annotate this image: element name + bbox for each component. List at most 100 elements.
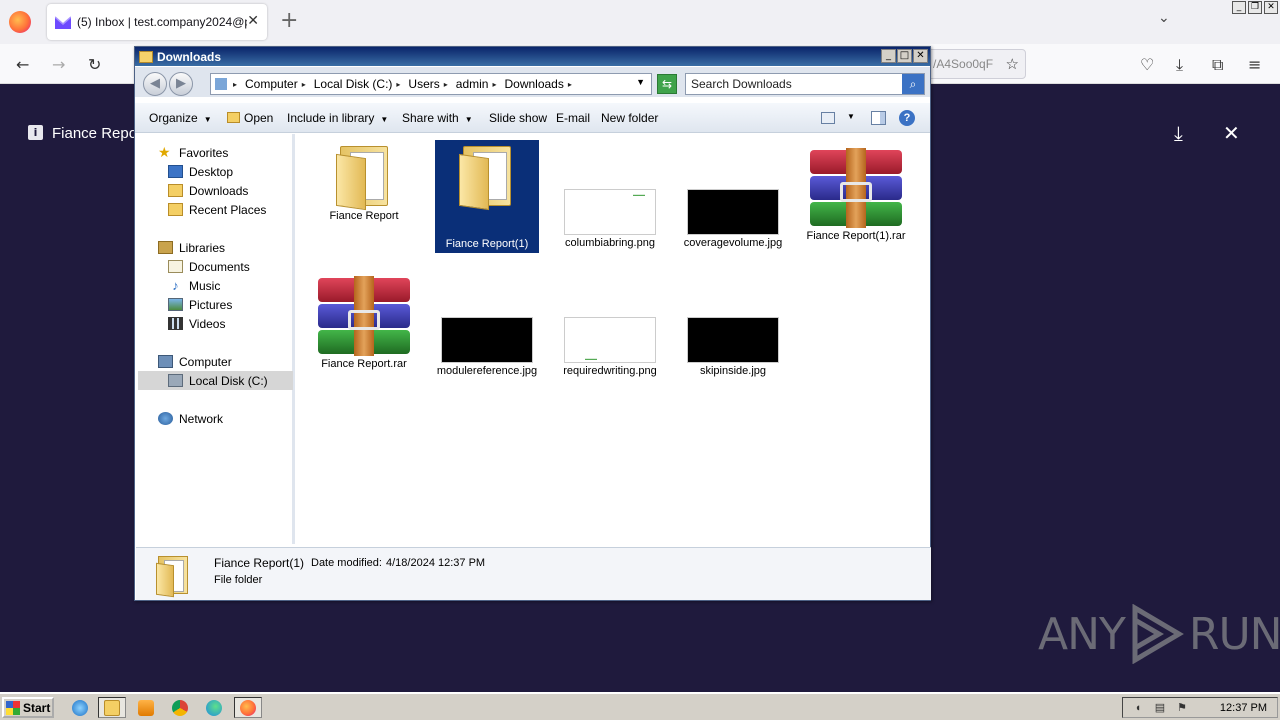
file-item[interactable]: ▬▬▬ requiredwriting.png: [558, 270, 662, 378]
nav-item-recent-places[interactable]: Recent Places: [168, 200, 266, 219]
taskbar-chrome[interactable]: [166, 697, 194, 718]
file-item-selected[interactable]: Fiance Report(1): [435, 140, 539, 253]
reload-icon[interactable]: ↻: [88, 55, 101, 74]
breadcrumb-local-disk[interactable]: Local Disk (C:): [314, 77, 393, 91]
new-tab-button[interactable]: +: [280, 8, 298, 33]
forward-button[interactable]: ▶: [169, 72, 193, 96]
chevron-right-icon[interactable]: ▸: [233, 80, 237, 89]
taskbar-firefox[interactable]: [234, 697, 262, 718]
extensions-icon[interactable]: ⧉: [1212, 55, 1223, 75]
file-item[interactable]: Fiance Report: [312, 142, 416, 223]
file-name: coveragevolume.jpg: [683, 237, 783, 249]
file-item[interactable]: Fiance Report(1).rar: [804, 142, 908, 243]
nav-item-network[interactable]: Network: [158, 409, 223, 428]
change-view-icon[interactable]: [821, 112, 835, 124]
nav-item-pictures[interactable]: Pictures: [168, 295, 232, 314]
preview-pane-icon[interactable]: [871, 111, 886, 125]
nav-item-favorites[interactable]: ★ Favorites: [158, 143, 228, 162]
explorer-title-bar[interactable]: Downloads _ □ ✕: [135, 47, 930, 66]
chevron-right-icon[interactable]: ▸: [444, 80, 448, 89]
nav-item-downloads[interactable]: Downloads: [168, 181, 248, 200]
open-button[interactable]: Open: [227, 111, 273, 125]
url-bar[interactable]: /A4Soo0qF ☆: [926, 49, 1026, 79]
file-item[interactable]: coveragevolume.jpg: [681, 142, 785, 250]
share-with-label: Share with: [402, 111, 459, 125]
search-box[interactable]: ⌕: [685, 73, 925, 95]
nav-item-videos[interactable]: Videos: [168, 314, 225, 333]
volume-icon[interactable]: ◖: [1131, 702, 1145, 714]
chevron-right-icon[interactable]: ▸: [396, 80, 400, 89]
nav-item-local-disk[interactable]: Local Disk (C:): [138, 371, 293, 390]
recent-places-icon: [168, 203, 183, 216]
search-input[interactable]: [686, 74, 896, 94]
chevron-down-icon[interactable]: ▼: [847, 112, 855, 121]
action-center-flag-icon[interactable]: ⚑: [1175, 702, 1189, 714]
file-item[interactable]: skipinside.jpg: [681, 270, 785, 378]
download-icon[interactable]: ⤓: [1174, 121, 1183, 145]
refresh-button[interactable]: ⇆: [657, 74, 677, 94]
nav-item-documents[interactable]: Documents: [168, 257, 250, 276]
nav-label: Pictures: [189, 297, 233, 312]
organize-label: Organize: [149, 111, 198, 125]
breadcrumb-computer[interactable]: Computer: [245, 77, 298, 91]
help-icon[interactable]: ?: [899, 110, 915, 126]
network-tray-icon[interactable]: ▤: [1153, 702, 1167, 714]
clock[interactable]: 12:37 PM: [1220, 702, 1267, 714]
breadcrumb-users[interactable]: Users: [408, 77, 439, 91]
folder-icon: [156, 554, 192, 598]
nav-item-computer[interactable]: Computer: [158, 352, 232, 371]
minimize-button[interactable]: _: [881, 49, 896, 63]
bookmark-star-icon[interactable]: ☆: [1006, 55, 1019, 73]
location-icon: [215, 78, 227, 90]
downloads-icon[interactable]: ⤓: [1176, 55, 1183, 75]
nav-item-music[interactable]: ♪ Music: [168, 276, 220, 295]
new-folder-button[interactable]: New folder: [601, 111, 658, 125]
tab-close-icon[interactable]: ✕: [247, 13, 259, 29]
slide-show-button[interactable]: Slide show: [489, 111, 547, 125]
open-label: Open: [244, 111, 274, 125]
menu-hamburger-icon[interactable]: ≡: [1248, 55, 1261, 74]
chevron-right-icon[interactable]: ▸: [302, 80, 306, 89]
file-item[interactable]: ▬▬▬ columbiabring.png: [558, 142, 662, 250]
anyrun-watermark: ANY RUN: [1038, 604, 1280, 664]
taskbar-ie[interactable]: [66, 697, 94, 718]
close-button[interactable]: ✕: [1264, 1, 1278, 14]
start-button[interactable]: Start: [2, 697, 54, 718]
file-item[interactable]: modulereference.jpg: [435, 270, 539, 378]
include-in-library-button[interactable]: Include in library ▼: [287, 111, 388, 125]
address-bar[interactable]: ▸ Computer ▸ Local Disk (C:) ▸ Users ▸ a…: [210, 73, 652, 95]
chevron-right-icon[interactable]: ▸: [568, 80, 572, 89]
nav-item-libraries[interactable]: Libraries: [158, 238, 225, 257]
forward-arrow-icon[interactable]: →: [52, 55, 65, 74]
browser-window-controls: _ ❐ ✕: [1232, 1, 1278, 14]
pocket-icon[interactable]: ♡: [1140, 55, 1154, 74]
file-item[interactable]: Fiance Report.rar: [312, 270, 416, 371]
close-button[interactable]: ✕: [913, 49, 928, 63]
breadcrumb-admin[interactable]: admin: [456, 77, 489, 91]
chevron-right-icon[interactable]: ▸: [492, 80, 496, 89]
address-dropdown-icon[interactable]: ▼: [636, 77, 645, 87]
restore-button[interactable]: ❐: [1248, 1, 1262, 14]
nav-item-desktop[interactable]: Desktop: [168, 162, 233, 181]
maximize-button[interactable]: □: [897, 49, 912, 63]
taskbar-edge[interactable]: [200, 697, 228, 718]
browser-tab-inbox[interactable]: (5) Inbox | test.company2024@pr ✕: [47, 4, 267, 40]
breadcrumb-downloads[interactable]: Downloads: [504, 77, 563, 91]
firefox-logo-icon[interactable]: [9, 11, 31, 33]
media-player-icon: [138, 699, 154, 716]
back-button[interactable]: ◀: [143, 72, 167, 96]
taskbar-explorer[interactable]: [98, 697, 126, 718]
taskbar-media-player[interactable]: [132, 697, 160, 718]
back-arrow-icon[interactable]: ←: [16, 55, 29, 74]
share-with-button[interactable]: Share with ▼: [402, 111, 473, 125]
email-button[interactable]: E-mail: [556, 111, 590, 125]
rar-archive-icon: [810, 148, 902, 228]
chevron-down-icon: ▼: [380, 115, 389, 124]
organize-button[interactable]: Organize ▼: [149, 111, 212, 125]
close-icon[interactable]: ✕: [1223, 121, 1240, 145]
explorer-window-controls: _ □ ✕: [881, 49, 928, 63]
search-icon[interactable]: ⌕: [902, 74, 924, 94]
tab-list-chevron-icon[interactable]: ⌄: [1158, 10, 1170, 26]
chevron-down-icon: ▼: [203, 115, 212, 124]
minimize-button[interactable]: _: [1232, 1, 1246, 14]
